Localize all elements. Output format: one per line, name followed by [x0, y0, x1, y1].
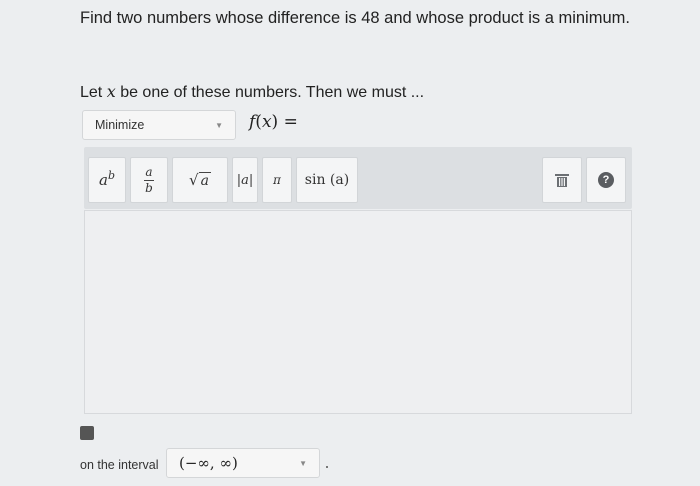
fraction-numerator: a: [145, 164, 153, 179]
sin-button[interactable]: sin (a): [296, 157, 358, 203]
interval-label: on the interval: [80, 458, 159, 472]
chevron-down-icon: ▼: [215, 121, 223, 130]
objective-dropdown[interactable]: Minimize ▼: [82, 110, 236, 140]
keyboard-icon[interactable]: [80, 426, 94, 440]
exponent-base: a: [99, 171, 108, 189]
help-button[interactable]: ?: [586, 157, 626, 203]
let-suffix: be one of these numbers. Then we must ..…: [120, 84, 425, 101]
function-label: f(x) =: [249, 112, 298, 132]
math-input-area[interactable]: [84, 210, 632, 414]
fraction-button[interactable]: a b: [130, 157, 168, 203]
absolute-value-button[interactable]: |a|: [232, 157, 258, 203]
objective-dropdown-value: Minimize: [95, 118, 145, 132]
let-variable: x: [106, 82, 116, 101]
let-prefix: Let: [80, 84, 103, 101]
sqrt-symbol: √: [189, 171, 199, 189]
help-icon: ?: [598, 172, 614, 188]
sqrt-argument: a: [198, 171, 211, 189]
pi-label: π: [273, 173, 281, 187]
sin-label: sin (a): [304, 172, 350, 188]
fraction-denominator: b: [145, 180, 153, 195]
exponent-button[interactable]: ab: [88, 157, 126, 203]
trash-button[interactable]: [542, 157, 582, 203]
absolute-value-label: |a|: [236, 172, 254, 188]
sqrt-button[interactable]: √ a: [172, 157, 228, 203]
interval-dropdown-value: (−∞, ∞): [179, 454, 238, 472]
exponent-sup: b: [107, 168, 115, 182]
let-statement: Let x be one of these numbers. Then we m…: [80, 82, 424, 102]
function-paren-open: (: [255, 112, 262, 132]
pi-button[interactable]: π: [262, 157, 292, 203]
function-paren-close: ) =: [271, 112, 298, 132]
chevron-down-icon: ▼: [299, 459, 307, 468]
fraction-icon: a b: [144, 164, 154, 195]
trailing-period: [326, 466, 328, 468]
problem-statement: Find two numbers whose difference is 48 …: [80, 9, 630, 27]
function-variable: x: [261, 112, 272, 132]
trash-icon: [555, 174, 569, 187]
interval-dropdown[interactable]: (−∞, ∞) ▼: [166, 448, 320, 478]
